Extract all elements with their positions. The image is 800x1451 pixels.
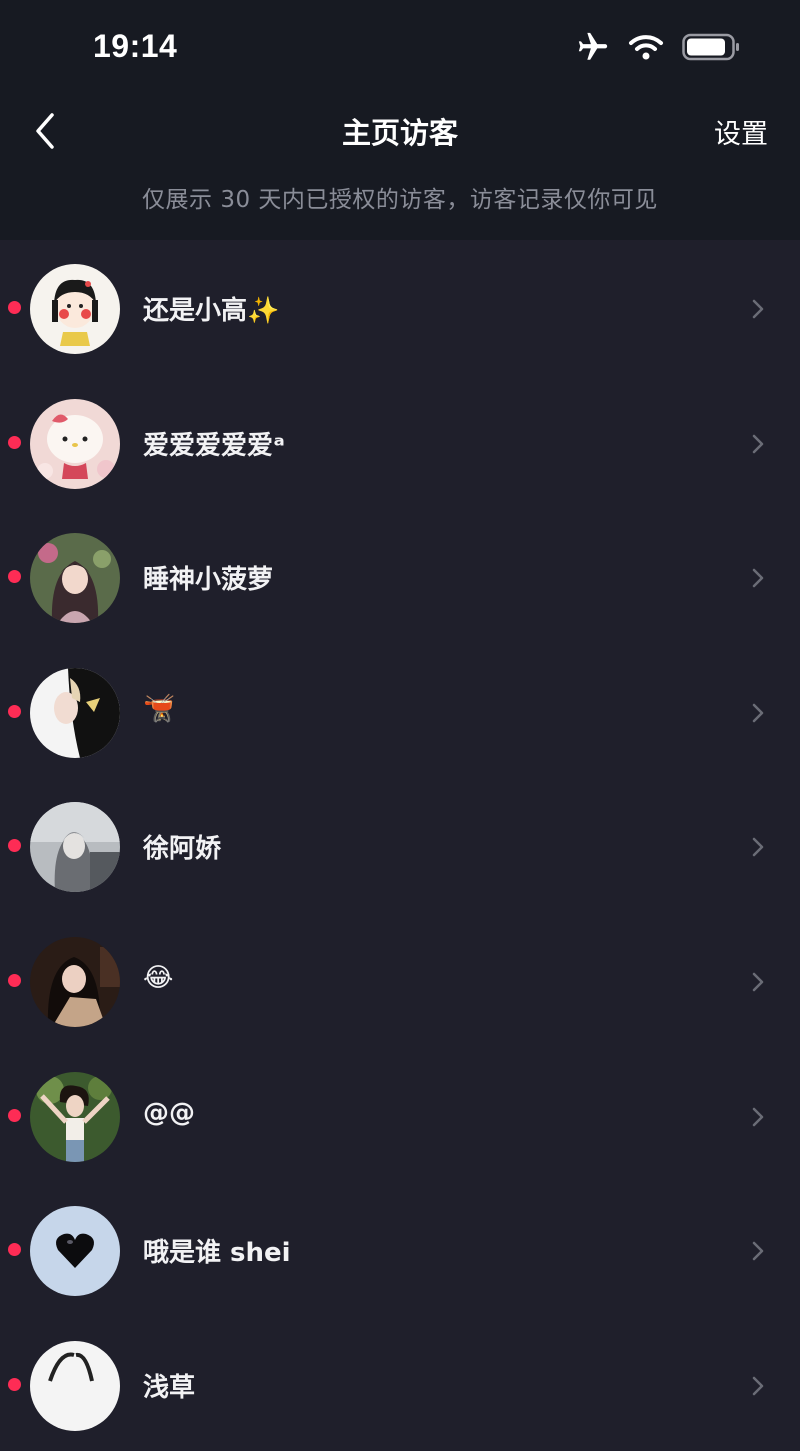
visitor-list: 还是小高✨ 爱爱爱爱爱ᵃ 睡神小菠萝 🫕 徐阿娇 😂 @@ 哦是谁 shei 浅…: [0, 240, 800, 1451]
chevron-right-icon: [752, 1376, 764, 1395]
visitor-name: 浅草: [143, 1372, 196, 1403]
unread-dot: [8, 1243, 21, 1257]
avatar[interactable]: [30, 936, 120, 1027]
avatar[interactable]: [30, 1340, 120, 1431]
visitor-name: 🫕: [143, 693, 176, 724]
visitor-name: @@: [143, 1097, 195, 1128]
visitor-row[interactable]: 哦是谁 shei: [0, 1182, 800, 1317]
avatar[interactable]: [30, 1206, 120, 1297]
unread-dot: [8, 1108, 21, 1122]
chevron-right-icon: [752, 972, 764, 992]
chevron-right-icon: [752, 299, 764, 319]
unread-dot: [8, 704, 21, 718]
visitor-name: 哦是谁 shei: [143, 1238, 291, 1269]
chevron-right-icon: [752, 568, 764, 588]
visitor-row[interactable]: 😂: [0, 913, 800, 1048]
visitor-row[interactable]: 爱爱爱爱爱ᵃ: [0, 375, 800, 510]
battery-icon: [682, 33, 740, 65]
privacy-notice: 仅展示 30 天内已授权的访客，访客记录仅你可见: [142, 187, 658, 213]
visitor-row[interactable]: 🫕: [0, 644, 800, 779]
visitor-name: 😂: [143, 962, 174, 993]
header-area: 19:14 主页访客 设置 仅展示 30 天内已授权的访客，访客记录仅你可见: [0, 0, 800, 240]
airplane-icon: [576, 30, 610, 68]
avatar[interactable]: [30, 1071, 120, 1162]
status-time: 19:14: [93, 28, 178, 64]
avatar[interactable]: [30, 264, 120, 354]
avatar[interactable]: [30, 802, 120, 893]
visitor-row[interactable]: 徐阿娇: [0, 778, 800, 913]
page-title: 主页访客: [341, 116, 458, 150]
visitor-row[interactable]: @@: [0, 1048, 800, 1183]
unread-dot: [8, 435, 21, 449]
unread-dot: [8, 839, 21, 853]
unread-dot: [8, 973, 21, 987]
visitor-row[interactable]: 还是小高✨: [0, 240, 800, 375]
chevron-right-icon: [752, 1107, 764, 1126]
visitor-row[interactable]: 睡神小菠萝: [0, 509, 800, 644]
visitor-name: 爱爱爱爱爱ᵃ: [143, 430, 285, 461]
chevron-right-icon: [752, 1241, 764, 1261]
avatar[interactable]: [30, 398, 120, 489]
visitor-name: 睡神小菠萝: [143, 565, 274, 596]
unread-dot: [8, 1377, 21, 1391]
status-icons: [576, 30, 740, 68]
wifi-icon: [628, 32, 664, 66]
chevron-right-icon: [752, 703, 764, 723]
visitor-name: 还是小高✨: [143, 296, 280, 326]
navigation-bar: 主页访客 设置: [0, 96, 800, 166]
status-bar: 19:14: [0, 0, 800, 96]
avatar[interactable]: [30, 667, 120, 758]
chevron-right-icon: [752, 838, 764, 857]
chevron-right-icon: [752, 434, 764, 453]
unread-dot: [8, 570, 21, 584]
settings-button[interactable]: 设置: [714, 112, 768, 151]
unread-dot: [8, 301, 21, 314]
visitor-name: 徐阿娇: [143, 834, 222, 865]
avatar[interactable]: [30, 533, 120, 624]
